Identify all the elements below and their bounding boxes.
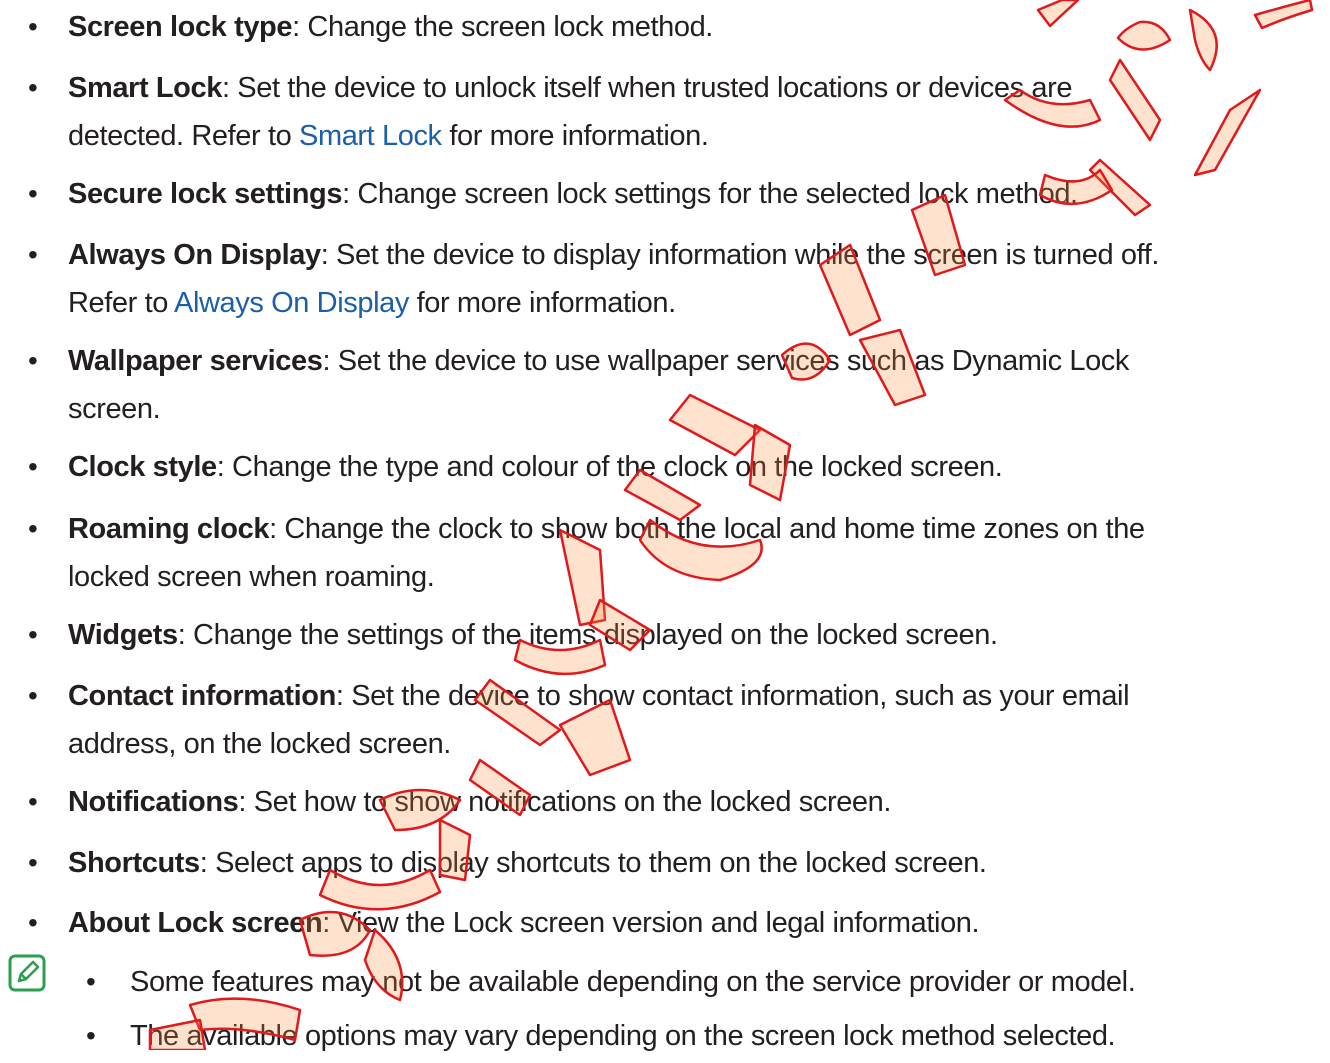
bullet: • xyxy=(28,72,38,103)
setting-description: : Change the type and colour of the cloc… xyxy=(216,451,1003,483)
bullet: • xyxy=(28,178,38,209)
bullet: • xyxy=(28,786,38,817)
setting-term: Notifications xyxy=(68,786,239,818)
bullet: • xyxy=(28,239,38,270)
setting-term: About Lock screen xyxy=(68,907,323,939)
bullet: • xyxy=(28,907,38,938)
list-item-text-line2: screen. xyxy=(68,382,1313,436)
bullet: • xyxy=(28,11,38,42)
setting-description-cont: locked screen when roaming. xyxy=(68,561,435,593)
setting-description: : Change the settings of the items displ… xyxy=(177,619,998,651)
list-item-text: Always On Display: Set the device to dis… xyxy=(68,228,1313,282)
setting-description-cont: screen. xyxy=(68,393,161,425)
list-item-text: Secure lock settings: Change screen lock… xyxy=(68,167,1313,221)
setting-description: : Set the device to show contact informa… xyxy=(335,680,1130,712)
setting-description: : Set the device to unlock itself when t… xyxy=(221,72,1073,104)
setting-description: : View the Lock screen version and legal… xyxy=(322,907,980,939)
setting-description: : Select apps to display shortcuts to th… xyxy=(199,847,987,879)
setting-term: Always On Display xyxy=(68,239,321,271)
list-item-text: Contact information: Set the device to s… xyxy=(68,669,1313,723)
setting-term: Contact information xyxy=(68,680,336,712)
setting-description: : Change the clock to show both the loca… xyxy=(269,513,1145,545)
setting-description: : Set how to show notifications on the l… xyxy=(238,786,892,818)
list-item-text: Smart Lock: Set the device to unlock its… xyxy=(68,61,1313,115)
setting-term: Smart Lock xyxy=(68,72,222,104)
note-text: Some features may not be available depen… xyxy=(130,966,1136,998)
bullet: • xyxy=(28,847,38,878)
list-item-text: Roaming clock: Change the clock to show … xyxy=(68,502,1313,556)
setting-term: Clock style xyxy=(68,451,217,483)
always-on-display-link[interactable]: Always On Display xyxy=(174,287,409,319)
setting-description: : Change screen lock settings for the se… xyxy=(342,178,1078,210)
setting-term: Roaming clock xyxy=(68,513,270,545)
bullet: • xyxy=(28,619,38,650)
bullet: • xyxy=(28,680,38,711)
note-pencil-icon xyxy=(8,954,46,992)
list-item-text: Shortcuts: Select apps to display shortc… xyxy=(68,836,1313,890)
setting-description-end: for more information. xyxy=(408,287,677,319)
setting-term: Widgets xyxy=(68,619,178,651)
setting-description: : Change the screen lock method. xyxy=(292,11,713,43)
list-item-text: Screen lock type: Change the screen lock… xyxy=(68,0,1313,54)
bullet: • xyxy=(86,1020,96,1051)
setting-description: : Set the device to display information … xyxy=(320,239,1160,271)
list-item-text: Clock style: Change the type and colour … xyxy=(68,440,1313,494)
list-item-text-line2: locked screen when roaming. xyxy=(68,550,1313,604)
bullet: • xyxy=(86,966,96,997)
list-item-text-line2: Refer to Always On Display for more info… xyxy=(68,276,1313,330)
setting-description-end: for more information. xyxy=(441,120,709,152)
list-item-text-line2: detected. Refer to Smart Lock for more i… xyxy=(68,109,1313,163)
note-text: The available options may vary depending… xyxy=(130,1020,1116,1052)
list-item-text: Wallpaper services: Set the device to us… xyxy=(68,334,1313,388)
list-item-text: Widgets: Change the settings of the item… xyxy=(68,608,1313,662)
list-item-text: About Lock screen: View the Lock screen … xyxy=(68,896,1313,950)
manual-page: • Screen lock type: Change the screen lo… xyxy=(0,0,1330,1052)
setting-description-cont: detected. Refer to xyxy=(68,120,299,152)
bullet: • xyxy=(28,345,38,376)
bullet: • xyxy=(28,513,38,544)
smart-lock-link[interactable]: Smart Lock xyxy=(299,120,442,152)
setting-description-cont: address, on the locked screen. xyxy=(68,728,451,760)
list-item-text: Notifications: Set how to show notificat… xyxy=(68,775,1313,829)
setting-description-cont: Refer to xyxy=(68,287,175,319)
setting-term: Secure lock settings xyxy=(68,178,343,210)
setting-term: Wallpaper services xyxy=(68,345,323,377)
bullet: • xyxy=(28,451,38,482)
list-item-text-line2: address, on the locked screen. xyxy=(68,717,1313,771)
setting-term: Shortcuts xyxy=(68,847,200,879)
setting-term: Screen lock type xyxy=(68,11,293,43)
setting-description: : Set the device to use wallpaper servic… xyxy=(322,345,1130,377)
